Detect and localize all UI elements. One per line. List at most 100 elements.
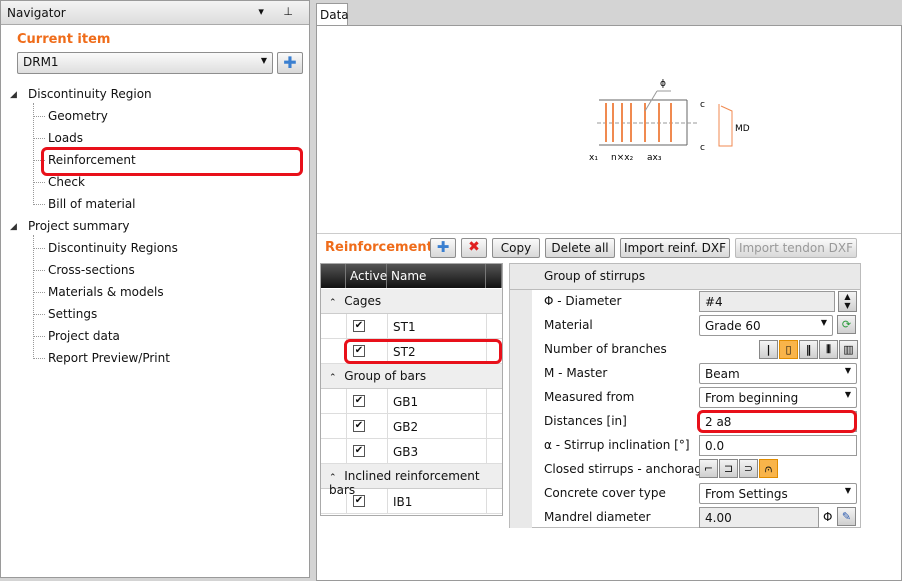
material-label: Material xyxy=(544,318,593,332)
material-field[interactable]: Grade 60 ▼ xyxy=(699,315,833,336)
row-name: IB1 xyxy=(393,495,413,509)
table-row[interactable]: ✔ GB3 xyxy=(321,439,502,464)
chevron-down-icon: ▼ xyxy=(844,486,851,495)
cover-label: Concrete cover type xyxy=(544,486,666,500)
current-item-select[interactable]: DRM1 ▼ xyxy=(17,52,273,74)
active-checkbox[interactable]: ✔ xyxy=(353,395,365,407)
table-group[interactable]: ⌃ Cages xyxy=(321,289,502,314)
delete-reinforcement-button[interactable]: ✖ xyxy=(461,238,487,258)
tree-item[interactable]: Bill of material xyxy=(48,197,136,211)
cover-bottom-label: c xyxy=(700,143,705,153)
active-checkbox[interactable]: ✔ xyxy=(353,420,365,432)
pin-icon[interactable]: ▾ ⊥ xyxy=(258,5,301,18)
stirrup-diagram: ϕ c c MD x₁ n×x₂ ax₃ xyxy=(589,79,750,163)
table-group[interactable]: ⌃ Inclined reinforcement bars xyxy=(321,464,502,497)
highlight-distances xyxy=(697,410,857,433)
col-name[interactable]: Name xyxy=(387,264,486,288)
mandrel-label: Mandrel diameter xyxy=(544,510,651,524)
chevron-down-icon: ▼ xyxy=(260,56,267,65)
add-reinforcement-button[interactable]: ✚ xyxy=(430,238,456,258)
group-label: Cages xyxy=(344,294,382,308)
cover-value: From Settings xyxy=(705,487,788,501)
tree-node[interactable]: Project summary xyxy=(28,219,130,233)
col-active[interactable]: Active xyxy=(346,264,387,288)
anchorage-label: Closed stirrups - anchorage xyxy=(544,462,710,476)
chevron-down-icon: ▼ xyxy=(820,318,827,327)
branches-5-option[interactable]: ▥ xyxy=(839,340,858,359)
distances-label: Distances [in] xyxy=(544,414,627,428)
properties-header: Group of stirrups xyxy=(510,264,860,290)
navigator-header: Navigator ▾ ⊥ xyxy=(1,1,309,25)
tree-node[interactable]: Discontinuity Region xyxy=(28,87,152,101)
branches-3-option[interactable]: ‖ xyxy=(799,340,818,359)
tree-item[interactable]: Report Preview/Print xyxy=(48,351,170,365)
master-value: Beam xyxy=(705,367,740,381)
table-row[interactable]: ✔ GB1 xyxy=(321,389,502,414)
import-reinf-dxf-button[interactable]: Import reinf. DXF xyxy=(620,238,730,258)
measured-label: Measured from xyxy=(544,390,635,404)
mandrel-field[interactable]: 4.00 xyxy=(699,507,819,528)
expand-icon[interactable]: ◢ xyxy=(10,222,17,232)
table-group[interactable]: ⌃ Group of bars xyxy=(321,364,502,389)
active-checkbox[interactable]: ✔ xyxy=(353,320,365,332)
current-item-label: Current item xyxy=(17,32,111,47)
reinforcement-title: Reinforcement xyxy=(325,240,433,255)
anchorage-2-option[interactable]: ⊐ xyxy=(719,459,738,478)
table-row[interactable]: ✔ GB2 xyxy=(321,414,502,439)
tree-item[interactable]: Geometry xyxy=(48,109,108,123)
row-name: GB2 xyxy=(393,420,419,434)
measured-value: From beginning xyxy=(705,391,799,405)
navigator-title: Navigator xyxy=(7,6,66,20)
diameter-value: #4 xyxy=(705,295,723,309)
tab-data[interactable]: Data xyxy=(316,3,349,26)
cover-field[interactable]: From Settings ▼ xyxy=(699,483,857,504)
edit-pencil-icon[interactable]: ✎ xyxy=(837,507,856,526)
tree-item[interactable]: Project data xyxy=(48,329,120,343)
chevron-down-icon: ▼ xyxy=(844,366,851,375)
highlight-st2 xyxy=(344,339,502,364)
tree-item[interactable]: Cross-sections xyxy=(48,263,135,277)
phi-label: ϕ xyxy=(660,79,666,89)
branches-2-option[interactable]: ▯ xyxy=(779,340,798,359)
copy-button[interactable]: Copy xyxy=(492,238,540,258)
mandrel-unit: Φ xyxy=(823,510,833,524)
tree-item[interactable]: Materials & models xyxy=(48,285,164,299)
anchorage-1-option[interactable]: ⌐ xyxy=(699,459,718,478)
master-field[interactable]: Beam ▼ xyxy=(699,363,857,384)
import-tendon-dxf-button[interactable]: Import tendon DXF xyxy=(735,238,857,258)
expand-icon[interactable]: ◢ xyxy=(10,90,17,100)
refresh-icon[interactable]: ⟳ xyxy=(837,315,856,334)
delete-all-button[interactable]: Delete all xyxy=(545,238,615,258)
tree-item[interactable]: Settings xyxy=(48,307,97,321)
active-checkbox[interactable]: ✔ xyxy=(353,445,365,457)
tree-item[interactable]: Discontinuity Regions xyxy=(48,241,178,255)
measured-field[interactable]: From beginning ▼ xyxy=(699,387,857,408)
md-label: MD xyxy=(735,124,750,134)
incl-field[interactable]: 0.0 xyxy=(699,435,857,456)
branches-label: Number of branches xyxy=(544,342,667,356)
current-item-value: DRM1 xyxy=(23,55,59,69)
nx2-label: n×x₂ xyxy=(611,153,634,163)
highlight-reinforcement xyxy=(41,147,303,176)
branches-4-option[interactable]: ⦀ xyxy=(819,340,838,359)
incl-label: α - Stirrup inclination [°] xyxy=(544,438,690,452)
active-checkbox[interactable]: ✔ xyxy=(353,495,365,507)
diameter-spinner[interactable]: ▲ ▼ xyxy=(838,291,857,312)
material-value: Grade 60 xyxy=(705,319,761,333)
tree-item[interactable]: Check xyxy=(48,175,85,189)
table-row[interactable]: ✔ IB1 xyxy=(321,489,502,514)
add-item-button[interactable]: ✚ xyxy=(277,52,303,74)
branches-1-option[interactable]: | xyxy=(759,340,778,359)
anchorage-3-option[interactable]: ⊃ xyxy=(739,459,758,478)
row-name: GB3 xyxy=(393,445,419,459)
cover-top-label: c xyxy=(700,100,705,110)
diameter-field[interactable]: #4 xyxy=(699,291,835,312)
tree-item[interactable]: Loads xyxy=(48,131,83,145)
chevron-down-icon: ▼ xyxy=(844,390,851,399)
anchorage-4-option[interactable]: ⩀ xyxy=(759,459,778,478)
x1-label: x₁ xyxy=(589,153,598,163)
ax3-label: ax₃ xyxy=(647,153,662,163)
table-row[interactable]: ✔ ST1 xyxy=(321,314,502,339)
mandrel-value: 4.00 xyxy=(705,511,732,525)
diameter-label: Φ - Diameter xyxy=(544,294,622,308)
